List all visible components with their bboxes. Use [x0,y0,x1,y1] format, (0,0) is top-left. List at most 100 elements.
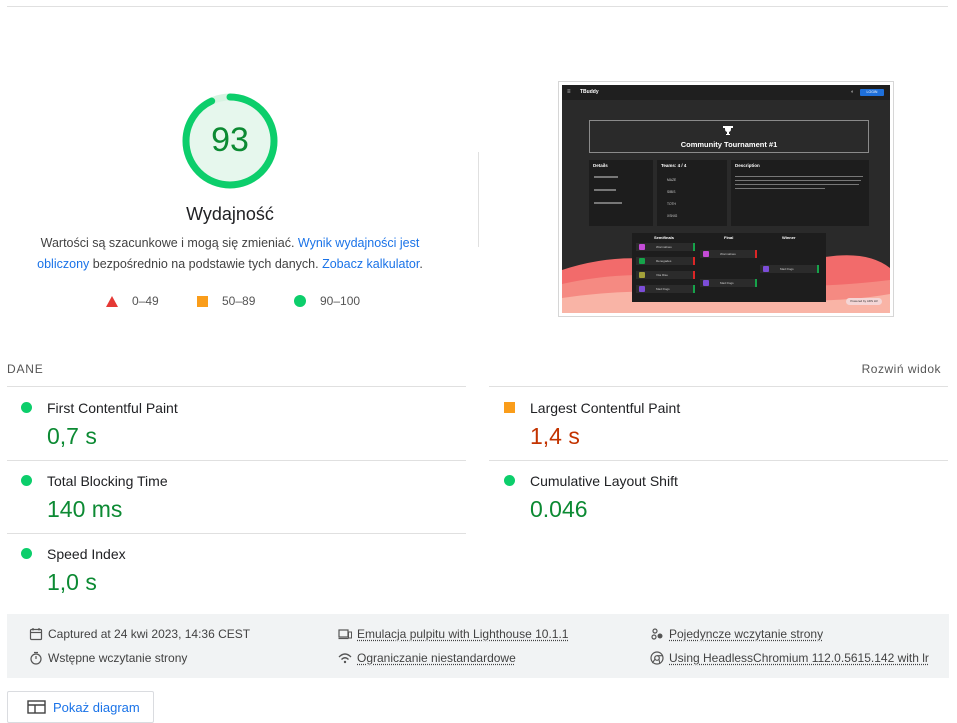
emulation-text: Emulacja pulpitu with Lighthouse 10.1.1 [357,627,569,641]
treemap-icon [27,700,46,714]
thumb-teams-title: Teams: 4 / 4 [661,163,687,168]
thumb-description-title: Description [735,163,760,168]
single-load-text: Pojedyncze wczytanie strony [669,627,824,641]
thumb-team-name: Mad Dogs [780,267,794,271]
circle-icon [294,295,306,307]
legend-good: 90–100 [294,294,360,308]
thumb-team-name: Renegades [656,259,672,263]
legend-poor: 0–49 [106,294,159,308]
thumb-score-bar [693,243,695,251]
metric-divider [489,460,948,461]
thumb-team-name: Wormalines [656,245,672,249]
final-screenshot[interactable]: ≡ TBuddy ◐ LOGIN Community Tournament #1… [558,81,894,317]
triangle-icon [106,295,118,307]
thumb-team-name: Mad Dogs [656,287,670,291]
thumb-description-card: Description [731,160,869,226]
performance-gauge[interactable]: 93 [180,91,280,191]
thumb-banner-title: Community Tournament #1 [680,140,778,149]
good-circle-icon [504,475,515,486]
metrics-section-label: DANE [7,362,44,376]
initial-load-info: Wstępne wczytanie strony [29,651,187,665]
emulation-info[interactable]: Emulacja pulpitu with Lighthouse 10.1.1 [338,627,568,641]
captured-text: Captured at 24 kwi 2023, 14:36 CEST [48,627,251,641]
trophy-icon [723,126,733,135]
browser-text: Using HeadlessChromium 112.0.5615.142 wi… [669,651,929,665]
browser-info[interactable]: Using HeadlessChromium 112.0.5615.142 wi… [650,651,929,665]
thumb-line [735,176,863,177]
metric-cls-value: 0.046 [530,496,588,522]
single-load-info[interactable]: Pojedyncze wczytanie strony [650,627,823,641]
expand-view-toggle[interactable]: Rozwiń widok [862,362,941,376]
calendar-icon [29,628,43,641]
network-icon [338,653,352,664]
top-divider [7,6,948,7]
metric-divider [7,533,466,534]
thumb-details-title: Details [593,163,608,168]
good-circle-icon [21,548,32,559]
thumb-details-card: Details [589,160,653,226]
thumb-match: Renegades [636,257,695,265]
metric-divider [7,460,466,461]
metric-fcp-value: 0,7 s [47,423,97,449]
thumb-match: Vita Rise [636,271,695,279]
description-text: Wartości są szacunkowe i mogą się zmieni… [40,236,298,250]
legend-poor-label: 0–49 [132,294,159,308]
thumb-final-match: Wormalines [700,250,757,258]
thumb-line [594,189,616,191]
show-diagram-button[interactable]: Pokaż diagram [7,691,154,723]
show-diagram-label: Pokaż diagram [53,699,140,715]
thumb-match: Wormalines [636,243,695,251]
thumb-navbar [562,85,890,100]
team-logo [639,272,645,278]
throttling-info[interactable]: Ograniczanie niestandardowe [338,651,516,665]
thumb-bracket-head: Final [724,235,734,240]
thumb-line [735,184,859,185]
single-load-icon [651,628,663,640]
vertical-divider [478,152,479,247]
team-logo [639,286,645,292]
team-logo [703,280,709,286]
team-logo [639,258,645,264]
stopwatch-icon [30,651,42,665]
thumb-match: Mad Dogs [636,285,695,293]
performance-title: Wydajność [186,204,274,224]
thumb-bracket-head: Winner [782,235,796,240]
thumb-score-bar [693,285,695,293]
thumb-powered-badge: Powered by ADS LR [846,298,882,305]
legend-average-label: 50–89 [222,294,256,308]
throttling-text: Ograniczanie niestandardowe [357,651,516,665]
good-circle-icon [21,475,32,486]
metric-si-name: Speed Index [47,546,126,562]
metric-lcp-value: 1,4 s [530,423,580,449]
thumb-team: XSNIG [667,214,678,218]
performance-score: 93 [211,120,249,159]
thumb-line [735,180,861,181]
thumb-score-bar [693,271,695,279]
legend-good-label: 90–100 [320,294,361,308]
square-icon [197,295,208,307]
captured-info: Captured at 24 kwi 2023, 14:36 CEST [29,627,250,641]
legend-average: 50–89 [197,294,255,308]
thumb-score-bar [755,279,757,287]
theme-icon: ◐ [850,89,854,95]
thumb-teams-card: Teams: 4 / 4 MAZE SIBIS TOTH XSNIG [657,160,727,226]
thumb-team: SIBIS [667,190,676,194]
thumb-bracket-head: Semifinals [654,235,675,240]
screenshot-image: ≡ TBuddy ◐ LOGIN Community Tournament #1… [562,85,890,313]
thumb-line [735,188,825,189]
thumb-line [594,176,618,178]
thumb-winner: Mad Dogs [760,265,819,273]
chrome-icon [650,651,664,665]
metric-divider [7,386,466,387]
metric-cls-name: Cumulative Layout Shift [530,473,678,489]
thumb-score-bar [817,265,819,273]
thumb-brand: TBuddy [580,89,599,95]
metric-divider [489,386,948,387]
metric-tbt-name: Total Blocking Time [47,473,168,489]
metric-lcp-name: Largest Contentful Paint [530,400,681,416]
calculator-link[interactable]: Zobacz kalkulator [322,257,419,271]
metric-fcp-name: First Contentful Paint [47,400,178,416]
performance-description: Wartości są szacunkowe i mogą się zmieni… [30,233,430,275]
menu-icon: ≡ [567,89,571,95]
thumb-team-name: Wormalines [720,252,736,256]
